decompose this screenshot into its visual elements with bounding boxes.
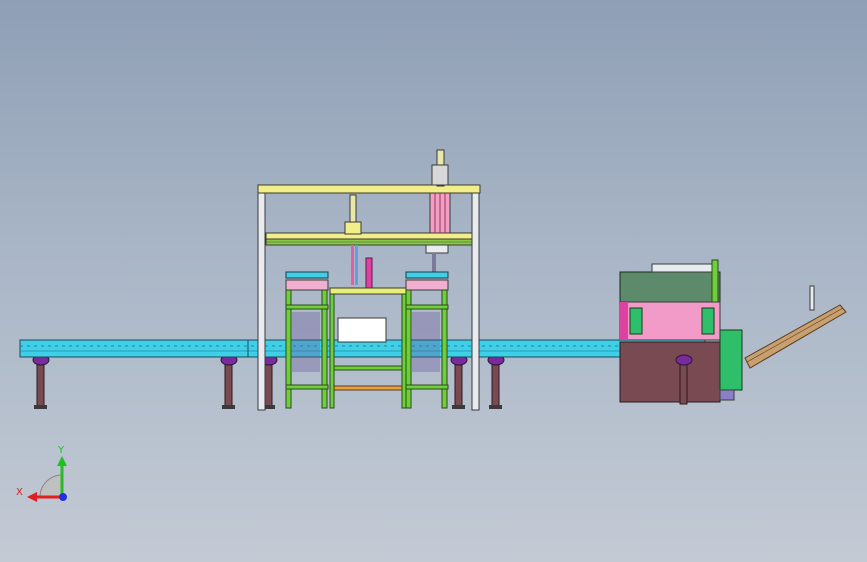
axis-triad: Y X — [16, 445, 67, 502]
z-axis-dot-icon — [59, 493, 67, 501]
lift-cylinder-right[interactable] — [425, 149, 451, 275]
left-conveyor[interactable] — [19, 339, 706, 409]
cross-beam — [265, 232, 473, 240]
station-frame-right[interactable] — [405, 271, 449, 409]
top-beam — [257, 184, 481, 194]
y-axis-label: Y — [57, 445, 65, 456]
station-frame-left[interactable] — [285, 271, 329, 409]
conveyor-belt — [19, 339, 706, 358]
assembly-drawing[interactable]: Y X — [0, 0, 867, 562]
sensor-bar — [365, 257, 373, 289]
x-axis-label: X — [16, 487, 23, 498]
motor-right — [701, 307, 715, 335]
case-packer[interactable] — [619, 259, 743, 405]
triad-arc-icon — [39, 474, 63, 498]
cad-viewport[interactable]: Y X — [0, 0, 867, 562]
discharge-chute[interactable] — [744, 285, 847, 369]
motor-left — [629, 307, 643, 335]
cabinet-base — [619, 341, 721, 403]
